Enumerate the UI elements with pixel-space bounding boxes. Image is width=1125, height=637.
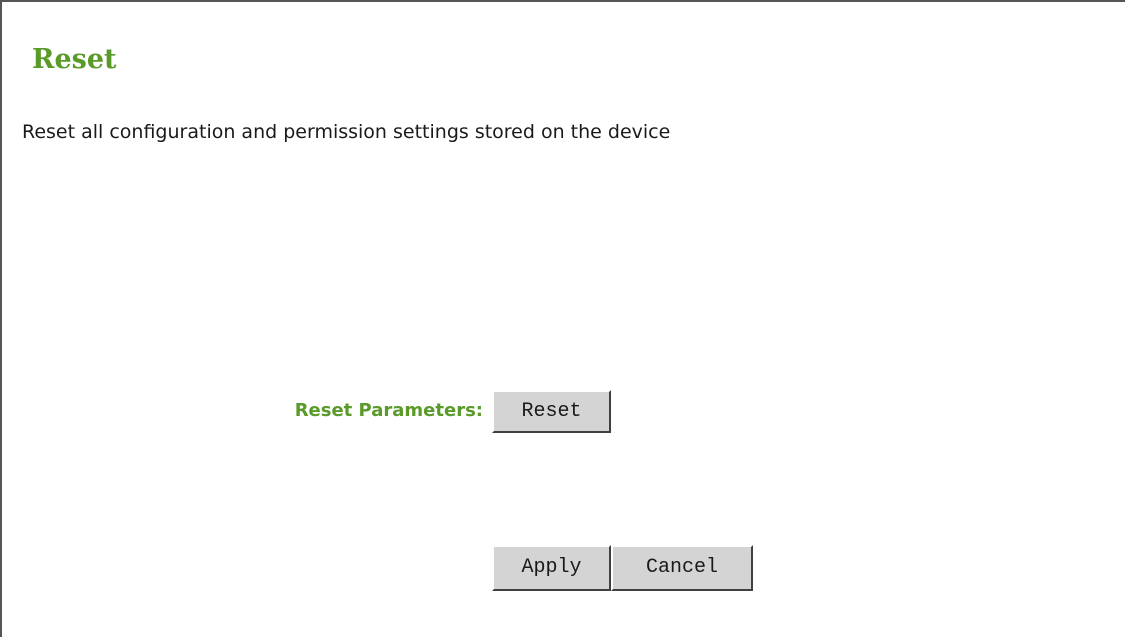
apply-button[interactable]: Apply bbox=[492, 545, 611, 591]
page-title: Reset bbox=[32, 44, 117, 75]
page-description: Reset all configuration and permission s… bbox=[22, 121, 671, 143]
reset-parameters-label: Reset Parameters: bbox=[294, 400, 483, 421]
content-frame: Reset Reset all configuration and permis… bbox=[0, 0, 1125, 637]
cancel-button[interactable]: Cancel bbox=[611, 545, 753, 591]
reset-button[interactable]: Reset bbox=[492, 390, 611, 433]
